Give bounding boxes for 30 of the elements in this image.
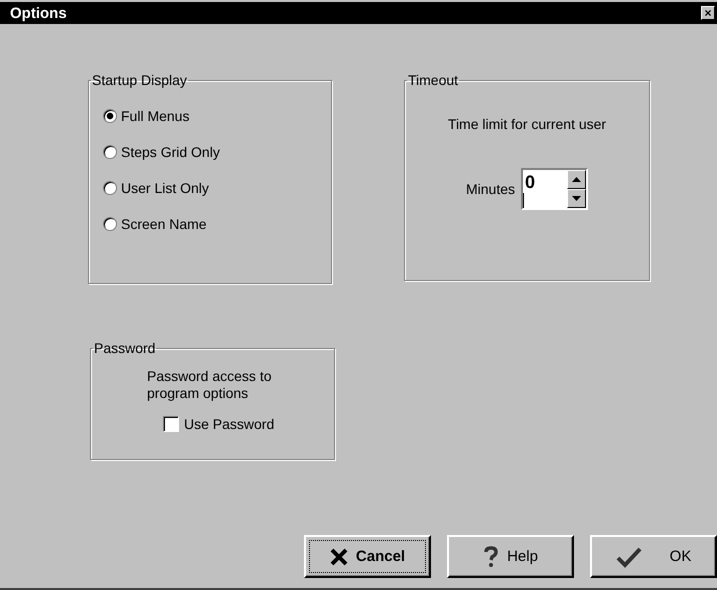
spin-up-button[interactable]: [567, 170, 586, 189]
x-icon: [330, 548, 348, 566]
radio-label: Screen Name: [121, 216, 207, 232]
minutes-label: Minutes: [466, 181, 516, 197]
minutes-spinner[interactable]: 0: [521, 168, 588, 210]
group-title: Startup Display: [91, 72, 188, 88]
cancel-button[interactable]: Cancel: [304, 535, 431, 578]
password-description: Password access to program options: [147, 368, 272, 402]
radio-button[interactable]: [103, 145, 117, 159]
radio-label: User List Only: [121, 180, 209, 196]
help-button[interactable]: Help: [447, 535, 574, 578]
question-mark-icon: [483, 546, 500, 568]
down-arrow-icon: [572, 196, 582, 201]
checkbox[interactable]: [163, 416, 179, 432]
radio-button[interactable]: [103, 109, 117, 123]
window-title: Options: [10, 4, 67, 22]
close-button[interactable]: ×: [701, 6, 715, 20]
timeout-description: Time limit for current user: [446, 116, 608, 132]
minutes-field[interactable]: 0: [523, 170, 568, 193]
checkmark-icon: [616, 546, 642, 568]
spin-down-button[interactable]: [567, 189, 586, 208]
ok-button[interactable]: OK: [590, 535, 717, 578]
checkbox-label: Use Password: [184, 416, 274, 432]
radio-label: Steps Grid Only: [121, 144, 220, 160]
radio-button[interactable]: [103, 217, 117, 231]
radio-button[interactable]: [103, 181, 117, 195]
group-title: Password: [93, 340, 156, 356]
group-title: Timeout: [407, 72, 460, 88]
radio-label: Full Menus: [121, 108, 190, 124]
up-arrow-icon: [572, 177, 582, 182]
